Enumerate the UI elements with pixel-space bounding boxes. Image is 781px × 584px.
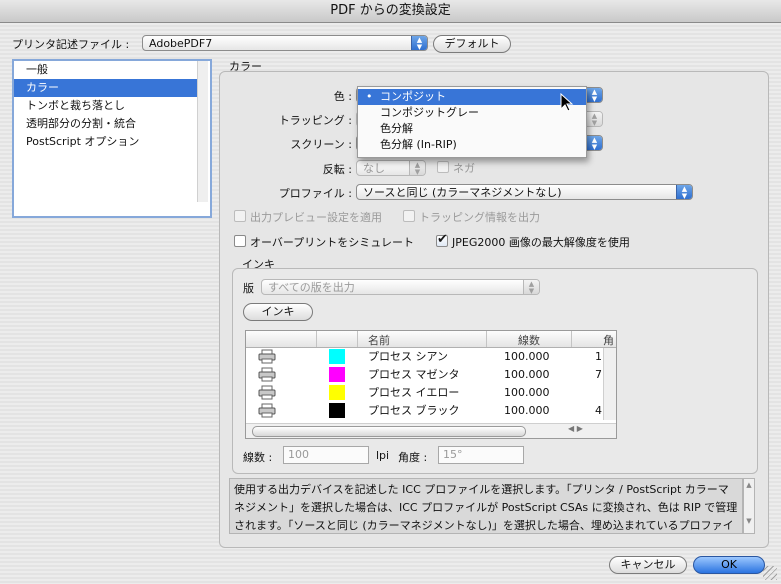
column-header-printer[interactable]: [246, 331, 317, 347]
popup-arrows-icon: ▲ ▼: [676, 185, 692, 199]
invert-label: 反転 :: [322, 163, 352, 176]
ink-name: プロセス マゼンタ: [368, 368, 460, 381]
scroll-arrows-icon[interactable]: ◀ ▶: [568, 424, 583, 433]
color-menu-item-label: コンポジット: [380, 90, 446, 103]
ink-frequency: 100.000: [504, 386, 550, 399]
color-menu-item[interactable]: コンポジットグレー: [358, 105, 586, 121]
ink-frequency: 100.000: [504, 368, 550, 381]
jpeg2000-checkbox[interactable]: ✔: [436, 232, 448, 247]
sidebar-item[interactable]: トンボと裁ち落とし: [14, 97, 198, 115]
column-divider: [486, 331, 487, 347]
overprint-label: オーバープリントをシミュレート: [250, 236, 415, 249]
ink-frequency: 100.000: [504, 404, 550, 417]
table-row[interactable]: プロセス イエロー 100.000: [246, 384, 598, 402]
ink-name: プロセス イエロー: [368, 386, 460, 399]
ink-angle: 4: [595, 404, 602, 417]
popup-arrows-icon: ▲ ▼: [586, 112, 602, 126]
angle-label: 角度 :: [398, 451, 428, 464]
list-scrollbar[interactable]: [197, 61, 208, 202]
ink-button[interactable]: インキ: [243, 303, 313, 321]
column-header-angle[interactable]: 角: [603, 332, 614, 348]
lpi-label: lpi: [376, 449, 390, 462]
sidebar-item[interactable]: PostScript オプション: [14, 133, 198, 151]
color-menu-item[interactable]: • コンポジット: [358, 89, 586, 105]
ink-frequency: 100.000: [504, 350, 550, 363]
printer-file-select[interactable]: AdobePDF7 ▲ ▼: [142, 35, 428, 51]
selected-bullet-icon: •: [366, 90, 373, 103]
column-header-color[interactable]: [317, 331, 358, 347]
color-menu-item[interactable]: 色分解: [358, 121, 586, 137]
ink-swatch: [329, 385, 345, 400]
ink-swatch: [329, 349, 345, 364]
ink-swatch: [329, 403, 345, 418]
description-text: 使用する出力デバイスを記述した ICC プロファイルを選択します。「プリンタ /…: [229, 478, 743, 534]
mouse-cursor-icon: [560, 93, 574, 112]
popup-arrows-icon: ▲ ▼: [523, 280, 539, 294]
printer-icon[interactable]: [258, 403, 276, 424]
table-horizontal-scrollbar[interactable]: ◀ ▶: [246, 423, 616, 438]
ink-swatch: [329, 367, 345, 382]
color-menu-item-label: 色分解: [380, 122, 413, 135]
ink-name: プロセス ブラック: [368, 404, 460, 417]
table-row[interactable]: プロセス マゼンタ 100.000 7: [246, 366, 602, 384]
resize-grip-icon[interactable]: [763, 566, 777, 580]
trap-info-label: トラッピング情報を出力: [419, 211, 540, 224]
popup-arrows-icon: ▲ ▼: [409, 161, 425, 175]
printer-file-label: プリンタ記述ファイル :: [12, 38, 130, 51]
window-title: PDF からの変換設定: [0, 0, 781, 23]
checkmark-icon: ✔: [437, 232, 448, 247]
popup-arrows-icon: ▲ ▼: [586, 136, 602, 150]
overprint-checkbox[interactable]: [234, 235, 246, 247]
trapping-label: トラッピング :: [278, 114, 352, 127]
table-vertical-scrollbar[interactable]: [603, 348, 616, 420]
output-preview-checkbox[interactable]: [234, 210, 246, 222]
cancel-button[interactable]: キャンセル: [609, 556, 687, 574]
sidebar-item[interactable]: 一般: [14, 61, 198, 79]
ink-table: 名前 線数 角 プロセス シアン 100.000 1 プロセス マゼンタ 100.000…: [245, 330, 617, 439]
color-label: 色 :: [333, 90, 352, 103]
output-preview-label: 出力プレビュー設定を適用: [250, 211, 382, 224]
default-button[interactable]: デフォルト: [433, 35, 511, 53]
scroll-down-icon[interactable]: ▼: [744, 517, 754, 525]
sidebar-item[interactable]: カラー: [14, 79, 198, 97]
column-header-frequency[interactable]: 線数: [518, 332, 540, 348]
frequency-label: 線数 :: [243, 451, 273, 464]
negative-checkbox[interactable]: [437, 161, 449, 173]
color-menu-item[interactable]: 色分解 (In-RIP): [358, 137, 586, 153]
ink-name: プロセス シアン: [368, 350, 449, 363]
negative-label: ネガ: [453, 162, 475, 175]
jpeg2000-label: JPEG2000 画像の最大解像度を使用: [452, 236, 630, 249]
frequency-field[interactable]: 100: [283, 446, 369, 464]
trap-info-checkbox[interactable]: [403, 210, 415, 222]
column-divider: [571, 331, 572, 347]
color-menu: • コンポジットコンポジットグレー 色分解色分解 (In-RIP): [357, 86, 587, 158]
printer-file-value: AdobePDF7: [149, 37, 213, 50]
table-row[interactable]: プロセス ブラック 100.000 4: [246, 402, 602, 420]
profile-select[interactable]: ソースと同じ (カラーマネジメントなし) ▲ ▼: [356, 184, 693, 200]
profile-label: プロファイル :: [278, 187, 352, 200]
angle-field[interactable]: 15°: [438, 446, 524, 464]
color-menu-item-label: コンポジットグレー: [380, 106, 479, 119]
table-row[interactable]: プロセス シアン 100.000 1: [246, 348, 602, 366]
color-menu-item-label: 色分解 (In-RIP): [380, 138, 457, 151]
description-scrollbar[interactable]: ▲ ▼: [743, 478, 755, 534]
plate-label: 版: [243, 282, 254, 295]
plate-value: すべての版を出力: [268, 281, 355, 294]
popup-arrows-icon: ▲ ▼: [586, 88, 602, 102]
sidebar-item[interactable]: 透明部分の分割・統合: [14, 115, 198, 133]
screen-label: スクリーン :: [290, 138, 352, 151]
ink-angle: 1: [595, 350, 602, 363]
table-header: 名前 線数 角: [246, 331, 616, 348]
popup-arrows-icon: ▲ ▼: [411, 36, 427, 50]
ok-button[interactable]: OK: [693, 556, 765, 574]
category-list: 一般 カラー トンボと裁ち落とし 透明部分の分割・統合 PostScript オプション: [12, 59, 212, 218]
ink-angle: 7: [595, 368, 602, 381]
scroll-thumb[interactable]: [252, 426, 526, 437]
invert-value: なし: [363, 162, 385, 175]
scroll-up-icon[interactable]: ▲: [744, 481, 754, 489]
column-header-name[interactable]: 名前: [368, 332, 486, 348]
plate-select[interactable]: すべての版を出力 ▲ ▼: [261, 279, 540, 295]
invert-select[interactable]: なし ▲ ▼: [356, 160, 426, 176]
profile-value: ソースと同じ (カラーマネジメントなし): [363, 186, 562, 199]
